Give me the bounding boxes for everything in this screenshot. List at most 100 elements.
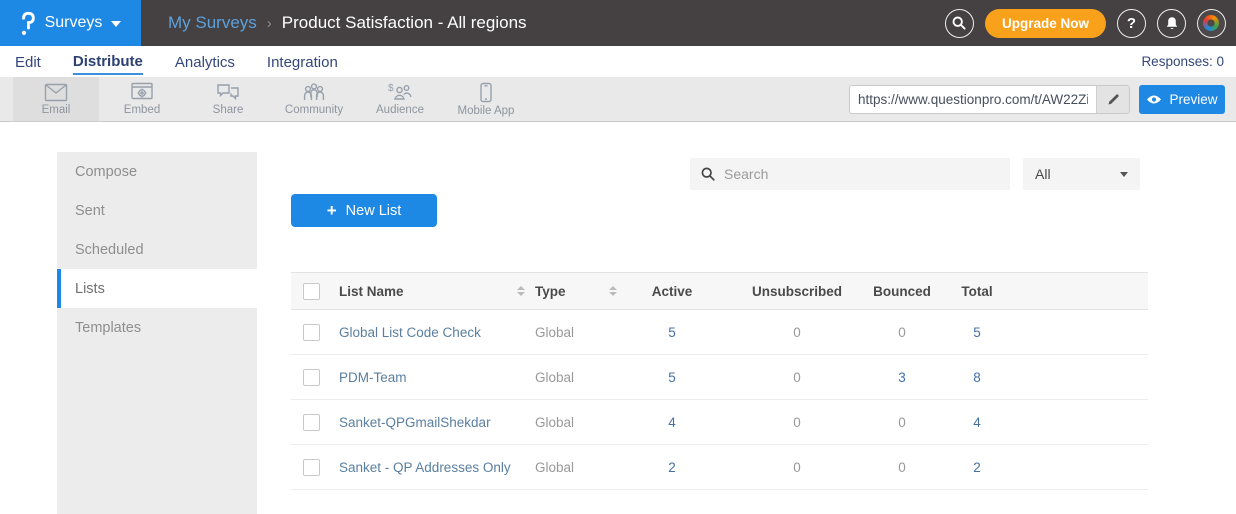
toolbar-item-share[interactable]: Share xyxy=(185,77,271,121)
list-type: Global xyxy=(535,325,617,340)
tab-analytics[interactable]: Analytics xyxy=(175,50,235,74)
breadcrumb-my-surveys[interactable]: My Surveys xyxy=(168,13,257,33)
list-name-link[interactable]: PDM-Team xyxy=(339,370,407,385)
new-list-label: New List xyxy=(346,203,402,219)
list-type: Global xyxy=(535,415,617,430)
toolbar-label-share: Share xyxy=(213,104,244,116)
sidebar-item-scheduled[interactable]: Scheduled xyxy=(57,230,257,269)
toolbar-label-community: Community xyxy=(285,104,343,116)
sidebar-item-lists[interactable]: Lists xyxy=(57,269,257,308)
survey-nav: Edit Distribute Analytics Integration Re… xyxy=(0,46,1236,77)
questionpro-logo xyxy=(20,10,36,37)
bounced-count[interactable]: 0 xyxy=(867,415,937,430)
preview-button[interactable]: Preview xyxy=(1139,85,1225,114)
col-list-name: List Name xyxy=(339,284,404,299)
toolbar-item-audience[interactable]: $ Audience xyxy=(357,77,443,121)
top-navbar: Surveys My Surveys › Product Satisfactio… xyxy=(0,0,1236,46)
total-count[interactable]: 4 xyxy=(937,415,1017,430)
edit-url-button[interactable] xyxy=(1096,86,1129,113)
active-count[interactable]: 4 xyxy=(617,415,727,430)
plus-icon: + xyxy=(327,201,337,221)
lists-panel: All + New List List Name Type xyxy=(257,122,1236,514)
lists-table: List Name Type Active Unsubscribed Bounc… xyxy=(291,272,1148,490)
new-list-button[interactable]: + New List xyxy=(291,194,437,227)
search-input[interactable] xyxy=(724,166,999,182)
select-all-checkbox[interactable] xyxy=(303,283,320,300)
search-icon xyxy=(952,16,966,30)
table-row: Sanket-QPGmailShekdar Global 4 0 0 4 xyxy=(291,400,1148,445)
list-name-link[interactable]: Global List Code Check xyxy=(339,325,481,340)
sort-type[interactable] xyxy=(609,286,617,296)
notifications-button[interactable] xyxy=(1157,9,1186,38)
toolbar-item-mobile-app[interactable]: Mobile App xyxy=(443,77,529,121)
unsubscribed-count[interactable]: 0 xyxy=(727,460,867,475)
list-name-link[interactable]: Sanket-QPGmailShekdar xyxy=(339,415,491,430)
bounced-count[interactable]: 3 xyxy=(867,370,937,385)
row-checkbox[interactable] xyxy=(303,324,320,341)
active-count[interactable]: 2 xyxy=(617,460,727,475)
total-count[interactable]: 5 xyxy=(937,325,1017,340)
share-icon xyxy=(216,82,240,102)
responses-count[interactable]: Responses: 0 xyxy=(1141,54,1224,69)
toolbar-item-community[interactable]: Community xyxy=(271,77,357,121)
search-icon xyxy=(701,167,715,181)
list-search xyxy=(690,158,1010,190)
email-sidebar: Compose Sent Scheduled Lists Templates xyxy=(57,152,257,514)
list-filter-dropdown[interactable]: All xyxy=(1023,158,1140,190)
row-checkbox[interactable] xyxy=(303,414,320,431)
upgrade-now-button[interactable]: Upgrade Now xyxy=(985,9,1106,38)
col-active: Active xyxy=(617,284,727,299)
preview-label: Preview xyxy=(1169,92,1217,107)
sidebar-item-templates[interactable]: Templates xyxy=(57,308,257,347)
toolbar-label-audience: Audience xyxy=(376,104,424,116)
tab-edit[interactable]: Edit xyxy=(15,50,41,74)
account-avatar[interactable] xyxy=(1197,9,1226,38)
bounced-count[interactable]: 0 xyxy=(867,325,937,340)
col-total: Total xyxy=(937,284,1017,299)
questionpro-swirl-icon xyxy=(1203,15,1219,31)
list-type: Global xyxy=(535,460,617,475)
bounced-count[interactable]: 0 xyxy=(867,460,937,475)
distribute-toolbar: Email Embed Share Community $ xyxy=(0,77,1236,122)
toolbar-item-embed[interactable]: Embed xyxy=(99,77,185,121)
table-header: List Name Type Active Unsubscribed Bounc… xyxy=(291,272,1148,310)
row-checkbox[interactable] xyxy=(303,369,320,386)
eye-icon xyxy=(1146,94,1162,105)
bell-icon xyxy=(1165,16,1179,31)
survey-url-field xyxy=(849,85,1130,114)
list-name-link[interactable]: Sanket - QP Addresses Only xyxy=(339,460,511,475)
toolbar-item-email[interactable]: Email xyxy=(13,77,99,121)
mobile-app-icon xyxy=(479,82,493,103)
pencil-icon xyxy=(1107,93,1120,106)
table-row: Sanket - QP Addresses Only Global 2 0 0 … xyxy=(291,445,1148,490)
survey-url-input[interactable] xyxy=(850,86,1096,113)
topbar-actions: Upgrade Now ? xyxy=(945,0,1226,46)
list-type: Global xyxy=(535,370,617,385)
active-count[interactable]: 5 xyxy=(617,325,727,340)
toolbar-label-mobile-app: Mobile App xyxy=(458,105,515,117)
col-unsubscribed: Unsubscribed xyxy=(727,284,867,299)
total-count[interactable]: 8 xyxy=(937,370,1017,385)
content-area: Compose Sent Scheduled Lists Templates A… xyxy=(0,122,1236,514)
svg-text:$: $ xyxy=(388,83,394,94)
question-mark-icon: ? xyxy=(1127,15,1136,32)
row-checkbox[interactable] xyxy=(303,459,320,476)
sort-list-name[interactable] xyxy=(517,286,525,296)
chevron-down-icon xyxy=(1120,172,1128,177)
breadcrumb: My Surveys › Product Satisfaction - All … xyxy=(168,13,527,33)
search-button[interactable] xyxy=(945,9,974,38)
help-button[interactable]: ? xyxy=(1117,9,1146,38)
email-icon xyxy=(44,83,68,102)
tab-integration[interactable]: Integration xyxy=(267,50,338,74)
tab-distribute[interactable]: Distribute xyxy=(73,49,143,75)
sidebar-item-compose[interactable]: Compose xyxy=(57,152,257,191)
active-count[interactable]: 5 xyxy=(617,370,727,385)
table-row: Global List Code Check Global 5 0 0 5 xyxy=(291,310,1148,355)
sidebar-item-sent[interactable]: Sent xyxy=(57,191,257,230)
unsubscribed-count[interactable]: 0 xyxy=(727,415,867,430)
unsubscribed-count[interactable]: 0 xyxy=(727,370,867,385)
total-count[interactable]: 2 xyxy=(937,460,1017,475)
product-switcher[interactable]: Surveys xyxy=(0,0,141,46)
unsubscribed-count[interactable]: 0 xyxy=(727,325,867,340)
filter-value: All xyxy=(1035,166,1051,182)
